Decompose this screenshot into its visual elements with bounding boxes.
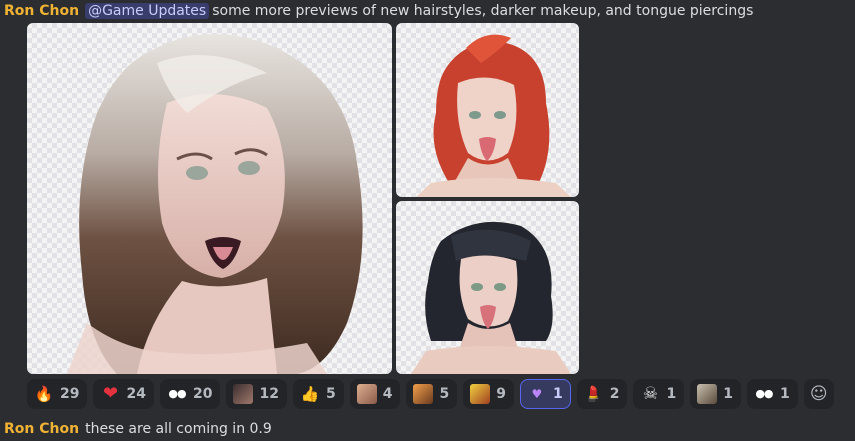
author-name[interactable]: Ron Chon (4, 3, 79, 19)
reaction-count: 1 (666, 386, 677, 402)
reaction-bar: 🔥 29 ❤ 24 ●● 20 12 👍 5 4 5 9 ♥ 1 💄 2 ☠ 1 (27, 379, 834, 409)
reaction-count: 2 (609, 386, 620, 402)
reaction-count: 24 (126, 386, 146, 402)
reaction-custom-screaming[interactable]: 9 (463, 379, 514, 409)
custom-emoji-blonde-icon (697, 384, 718, 404)
reaction-count: 1 (723, 386, 733, 402)
eyes-icon: ●● (755, 387, 773, 400)
purple-hearts-icon: ♥ (531, 387, 543, 401)
lipstick-icon: 💄 (584, 385, 604, 403)
add-reaction-button[interactable]: ☺ (803, 379, 834, 409)
reaction-skull[interactable]: ☠ 1 (633, 379, 685, 409)
reaction-count: 20 (192, 386, 213, 402)
message-text: these are all coming in 0.9 (85, 421, 272, 437)
reaction-count: 29 (60, 386, 80, 402)
reaction-eyes[interactable]: ●● 20 (159, 379, 221, 409)
reaction-fire[interactable]: 🔥 29 (27, 379, 88, 409)
reaction-count: 5 (325, 386, 336, 402)
message-text: some more previews of new hairstyles, da… (212, 3, 754, 19)
reaction-eyes-2[interactable]: ●● 1 (746, 379, 798, 409)
eyes-icon: ●● (168, 387, 186, 400)
reaction-custom-blonde[interactable]: 1 (690, 379, 741, 409)
reaction-purple-hearts[interactable]: ♥ 1 (519, 379, 571, 409)
role-mention[interactable]: @Game Updates (85, 3, 210, 19)
image-gallery (27, 23, 579, 374)
reaction-custom-face[interactable]: 4 (349, 379, 401, 409)
attachment-image-main[interactable] (27, 23, 392, 374)
red-heart-icon: ❤ (102, 383, 119, 404)
reaction-red-heart[interactable]: ❤ 24 (93, 379, 154, 409)
reaction-thumbs-up[interactable]: 👍 5 (292, 379, 344, 409)
reaction-count: 5 (439, 386, 450, 402)
thumbs-up-icon: 👍 (300, 385, 320, 403)
reaction-custom-portrait[interactable]: 12 (226, 379, 287, 409)
custom-emoji-screaming-icon (470, 384, 491, 404)
skull-icon: ☠ (642, 384, 659, 404)
message-1: Ron Chon @Game Updates some more previews … (4, 1, 753, 21)
reaction-count: 1 (552, 386, 563, 402)
author-name[interactable]: Ron Chon (4, 421, 79, 437)
reaction-count: 4 (382, 386, 393, 402)
add-reaction-icon: ☺ (809, 384, 828, 404)
fire-icon: 🔥 (34, 385, 54, 403)
custom-emoji-portrait-icon (233, 384, 254, 404)
reaction-count: 1 (779, 386, 790, 402)
message-2: Ron Chon these are all coming in 0.9 (4, 419, 272, 439)
reaction-count: 9 (496, 386, 506, 402)
custom-emoji-character-icon (413, 384, 434, 404)
custom-emoji-face-icon (356, 384, 377, 404)
reaction-lipstick[interactable]: 💄 2 (576, 379, 628, 409)
reaction-custom-character[interactable]: 5 (406, 379, 458, 409)
attachment-image-top-right[interactable] (396, 23, 579, 197)
attachment-image-bottom-right[interactable] (396, 201, 579, 374)
reaction-count: 12 (259, 386, 279, 402)
